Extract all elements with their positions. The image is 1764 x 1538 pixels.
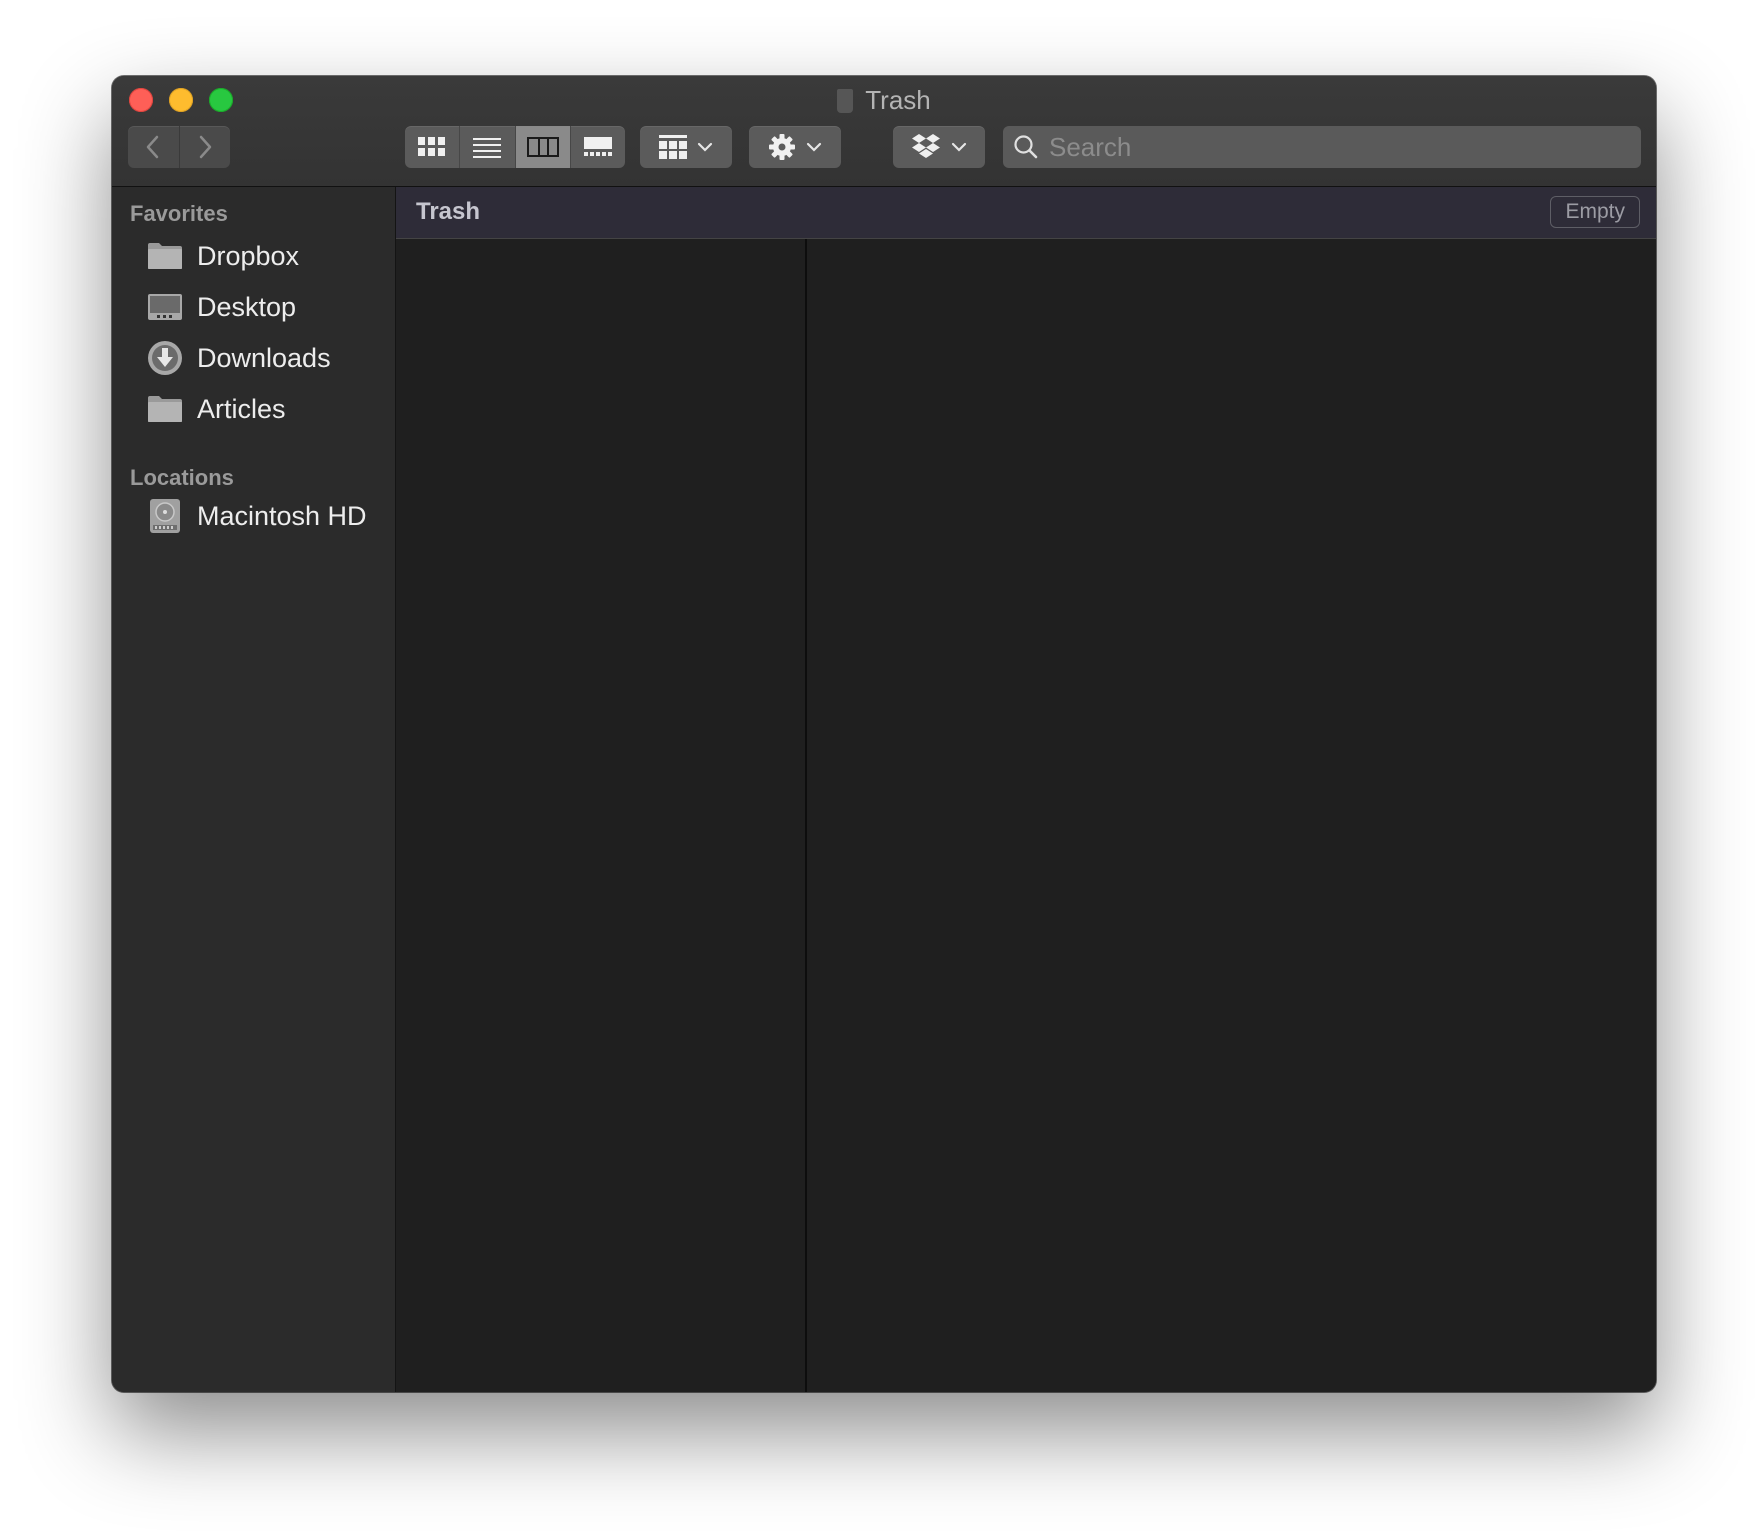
- chevron-down-icon: [951, 142, 967, 152]
- window-title: Trash: [112, 82, 1656, 118]
- folder-icon: [146, 390, 184, 428]
- favorites-header: Favorites: [130, 201, 228, 226]
- sidebar-item-label: Macintosh HD: [197, 500, 367, 531]
- hard-drive-icon: [146, 497, 184, 535]
- locations-header: Locations: [130, 465, 234, 490]
- column-view-icon: [526, 137, 559, 157]
- forward-button[interactable]: [178, 126, 231, 168]
- list-view-button[interactable]: [459, 126, 514, 168]
- icon-view-icon: [418, 137, 446, 156]
- search-field[interactable]: [1003, 126, 1641, 168]
- action-menu-button[interactable]: [749, 126, 841, 168]
- column-view-button[interactable]: [514, 126, 570, 168]
- desktop-folder-icon: [146, 288, 184, 326]
- downloads-icon: [146, 339, 184, 377]
- sidebar-item-label: Articles: [197, 393, 286, 424]
- sidebar-item-label: Desktop: [197, 291, 297, 322]
- sidebar-item-downloads[interactable]: Downloads: [112, 334, 395, 382]
- back-button[interactable]: [128, 126, 179, 168]
- browser-column-2[interactable]: [807, 239, 1656, 1392]
- gallery-view-button[interactable]: [569, 126, 625, 168]
- gear-icon: [769, 134, 795, 160]
- dropbox-menu-button[interactable]: [893, 126, 985, 168]
- list-view-icon: [473, 138, 502, 158]
- chevron-down-icon: [697, 142, 713, 152]
- finder-window: Trash Search Favorites Dropbox Desktop D…: [112, 76, 1656, 1392]
- window-title-text: Trash: [865, 85, 931, 115]
- sidebar-item-dropbox[interactable]: Dropbox: [112, 232, 395, 280]
- search-input[interactable]: [1047, 130, 1611, 164]
- path-title: Trash: [416, 198, 481, 225]
- sidebar-item-desktop[interactable]: Desktop: [112, 283, 395, 331]
- dropbox-icon: [912, 134, 940, 158]
- view-mode-control: [405, 126, 625, 168]
- sidebar-item-label: Dropbox: [197, 240, 300, 271]
- trash-icon: [837, 89, 854, 113]
- chevron-right-icon: [199, 135, 211, 159]
- navigation-buttons: [128, 126, 230, 168]
- search-icon: [1013, 134, 1039, 160]
- sidebar: Favorites Dropbox Desktop Downloads Arti…: [112, 187, 396, 1392]
- sidebar-item-macintosh-hd[interactable]: Macintosh HD: [112, 492, 395, 540]
- trash-header-bar: Trash Empty: [396, 187, 1656, 239]
- gallery-view-icon: [583, 137, 612, 156]
- browser-column-1[interactable]: [396, 239, 807, 1392]
- arrange-menu-button[interactable]: [640, 126, 732, 168]
- icon-view-button[interactable]: [405, 126, 459, 168]
- sidebar-item-label: Downloads: [197, 342, 331, 373]
- empty-trash-button[interactable]: Empty: [1550, 196, 1640, 228]
- title-bar[interactable]: Trash: [112, 76, 1656, 187]
- grid-arrange-icon: [659, 135, 687, 159]
- folder-icon: [146, 237, 184, 275]
- chevron-down-icon: [806, 142, 822, 152]
- chevron-left-icon: [147, 135, 159, 159]
- sidebar-item-articles[interactable]: Articles: [112, 385, 395, 433]
